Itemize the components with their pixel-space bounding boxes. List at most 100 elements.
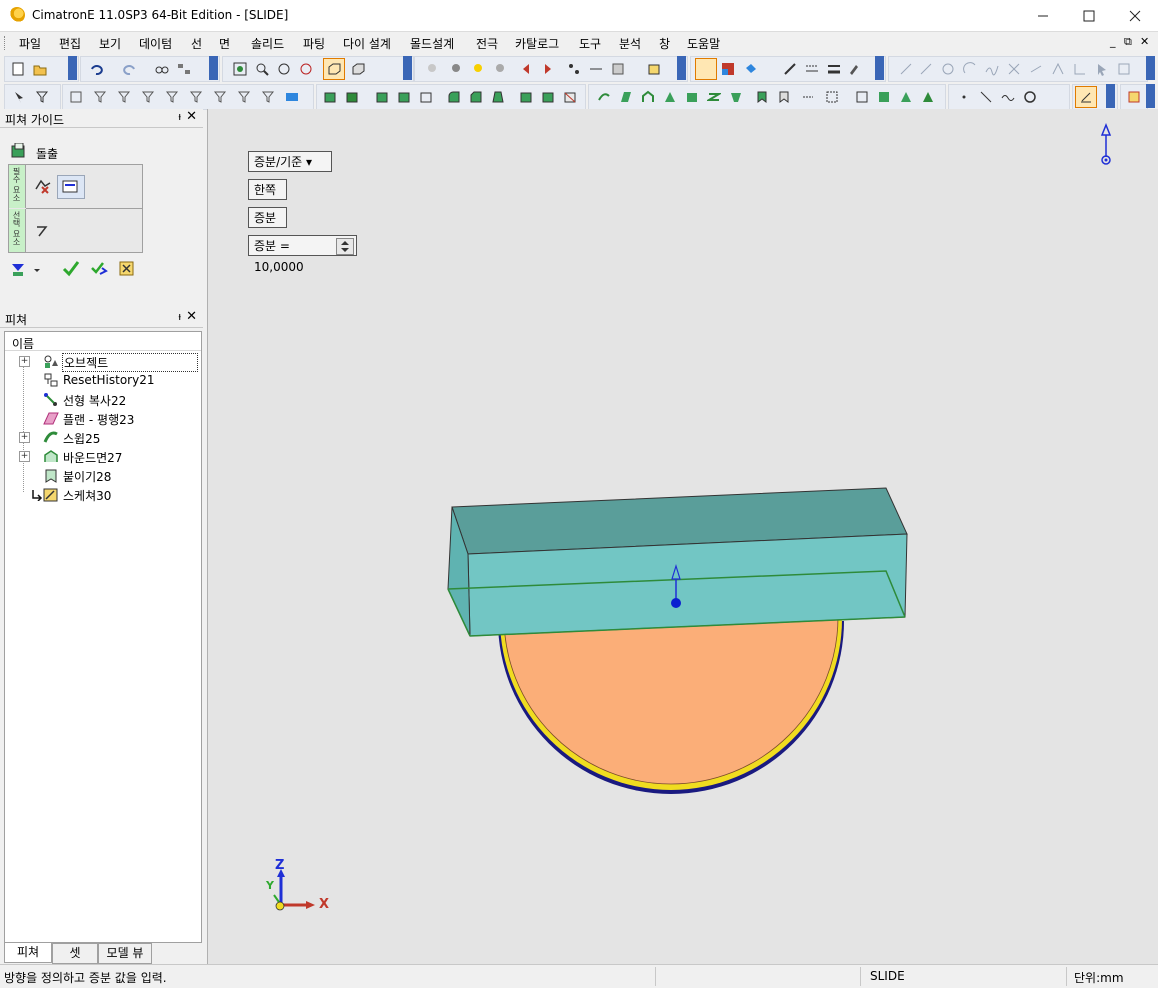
tab-sets[interactable]: 셋	[52, 943, 98, 964]
part-icon[interactable]	[647, 62, 661, 76]
angle-tool-icon[interactable]	[1073, 62, 1087, 76]
panel-close-icon[interactable]: ✕	[186, 309, 197, 324]
filter-sketch-icon[interactable]	[237, 90, 251, 104]
surface-blend-icon[interactable]	[663, 90, 677, 104]
surface-fill-icon[interactable]	[685, 90, 699, 104]
surface-sweep-icon[interactable]	[597, 90, 611, 104]
maximize-button[interactable]	[1066, 0, 1112, 31]
options-dropdown-icon[interactable]	[10, 261, 40, 279]
surface-patch-icon[interactable]	[877, 90, 891, 104]
tree-node-sweep[interactable]: + 스윕25	[5, 428, 201, 447]
boolean-remove-icon[interactable]	[397, 90, 411, 104]
menu-view[interactable]: 보기	[99, 35, 121, 52]
tree-node-plane[interactable]: 플랜 - 평행23	[5, 409, 201, 428]
revolve-icon[interactable]	[345, 90, 359, 104]
cursor-tool-icon[interactable]	[1095, 62, 1109, 76]
filter-body-icon[interactable]	[165, 90, 179, 104]
menu-surface[interactable]: 면	[219, 35, 230, 52]
pin-icon[interactable]: ᵼ	[179, 110, 181, 123]
toolbar-overflow-icon[interactable]	[677, 56, 686, 80]
toolbar-overflow-icon[interactable]	[875, 56, 884, 80]
filter-axis-icon[interactable]	[213, 90, 227, 104]
circle-tool-icon[interactable]	[941, 62, 955, 76]
surface-trim-icon[interactable]	[801, 90, 815, 104]
menu-help[interactable]: 도움말	[687, 35, 720, 52]
surface-bound-icon[interactable]	[641, 90, 655, 104]
rotate-icon[interactable]	[299, 62, 313, 76]
line-style-icon[interactable]	[805, 62, 819, 76]
delete-face-icon[interactable]	[563, 90, 577, 104]
graphics-viewport[interactable]: 증분/기준 ▾ 한쪽 증분 증분 = 10,0000 Z Y X	[207, 109, 1158, 964]
color-grid-icon[interactable]	[721, 62, 735, 76]
chamfer-icon[interactable]	[469, 90, 483, 104]
redo-icon[interactable]	[123, 62, 137, 76]
sketch-circle-icon[interactable]	[1023, 90, 1037, 104]
glasses-icon[interactable]	[155, 62, 169, 76]
profile-select-icon[interactable]	[34, 177, 52, 195]
filter-curve-icon[interactable]	[117, 90, 131, 104]
minimize-button[interactable]	[1020, 0, 1066, 31]
bulb-on-icon[interactable]	[471, 62, 485, 76]
trim-tool-icon[interactable]	[1007, 62, 1021, 76]
surface-offset-icon[interactable]	[707, 90, 721, 104]
light-icon[interactable]	[425, 62, 439, 76]
expand-button[interactable]: +	[19, 432, 30, 443]
surface-divide-icon[interactable]	[825, 90, 839, 104]
point-icon[interactable]	[957, 90, 971, 104]
nodes-icon[interactable]	[567, 62, 581, 76]
surface-stitch-icon[interactable]	[777, 90, 791, 104]
spline-tool-icon[interactable]	[985, 62, 999, 76]
structure-icon[interactable]	[177, 62, 191, 76]
project-tool-icon[interactable]	[1051, 62, 1065, 76]
bulb-off-icon[interactable]	[493, 62, 507, 76]
sketch-spline-icon[interactable]	[1001, 90, 1015, 104]
menu-analysis[interactable]: 분석	[619, 35, 641, 52]
offset-tool-icon[interactable]	[1029, 62, 1043, 76]
toolbar-overflow-icon[interactable]	[403, 56, 412, 80]
filter-icon[interactable]	[35, 90, 49, 104]
new-file-icon[interactable]	[11, 62, 25, 76]
sketch-line-icon[interactable]	[979, 90, 993, 104]
toolbar-overflow-icon[interactable]	[209, 56, 218, 80]
menu-die-design[interactable]: 다이 설계	[343, 35, 391, 52]
pin-icon[interactable]: ᵼ	[179, 310, 181, 323]
brush-icon[interactable]	[847, 62, 861, 76]
arrow-right-icon[interactable]	[541, 62, 555, 76]
toolbar-overflow-icon[interactable]	[68, 56, 77, 80]
arc-tool-icon[interactable]	[963, 62, 977, 76]
tree-node-attach[interactable]: 붙이기28	[5, 466, 201, 485]
tab-features[interactable]: 피쳐	[4, 943, 52, 963]
line-angle-icon[interactable]	[919, 62, 933, 76]
draft-option-icon[interactable]	[35, 223, 51, 239]
filter-face-icon[interactable]	[69, 90, 83, 104]
zoom-fit-icon[interactable]	[233, 62, 247, 76]
split-icon[interactable]	[541, 90, 555, 104]
zoom-window-icon[interactable]	[255, 62, 269, 76]
shell-icon[interactable]	[419, 90, 433, 104]
filter-edge-icon[interactable]	[93, 90, 107, 104]
filter-toggle-icon[interactable]	[285, 90, 299, 104]
tree-node-object[interactable]: + 오브젝트	[5, 352, 201, 372]
tree-node-bound-surface[interactable]: + 바운드면27	[5, 447, 201, 466]
apply-check-icon[interactable]	[62, 260, 80, 278]
frame-tool-icon[interactable]	[1117, 62, 1131, 76]
filter-plane-icon[interactable]	[189, 90, 203, 104]
tree-column-header[interactable]: 이름	[5, 332, 201, 351]
mdi-close-button[interactable]: ✕	[1140, 35, 1149, 48]
tree-node-sketcher[interactable]: 스케쳐30	[5, 485, 201, 504]
menu-tools[interactable]: 도구	[579, 35, 601, 52]
surface-merge-icon[interactable]	[921, 90, 935, 104]
close-button[interactable]	[1112, 0, 1158, 31]
line-width-icon[interactable]	[827, 62, 841, 76]
arrow-left-icon[interactable]	[519, 62, 533, 76]
undo-icon[interactable]	[89, 62, 103, 76]
surface-delete-icon[interactable]	[899, 90, 913, 104]
filter-point-icon[interactable]	[141, 90, 155, 104]
panel-close-icon[interactable]: ✕	[186, 109, 197, 124]
extrude-icon[interactable]	[323, 90, 337, 104]
menu-datum[interactable]: 데이텀	[139, 35, 172, 52]
filter-set-icon[interactable]	[261, 90, 275, 104]
toolbar-overflow-icon[interactable]	[1146, 84, 1155, 108]
boolean-add-icon[interactable]	[375, 90, 389, 104]
toolbar-overflow-icon[interactable]	[1106, 84, 1115, 108]
